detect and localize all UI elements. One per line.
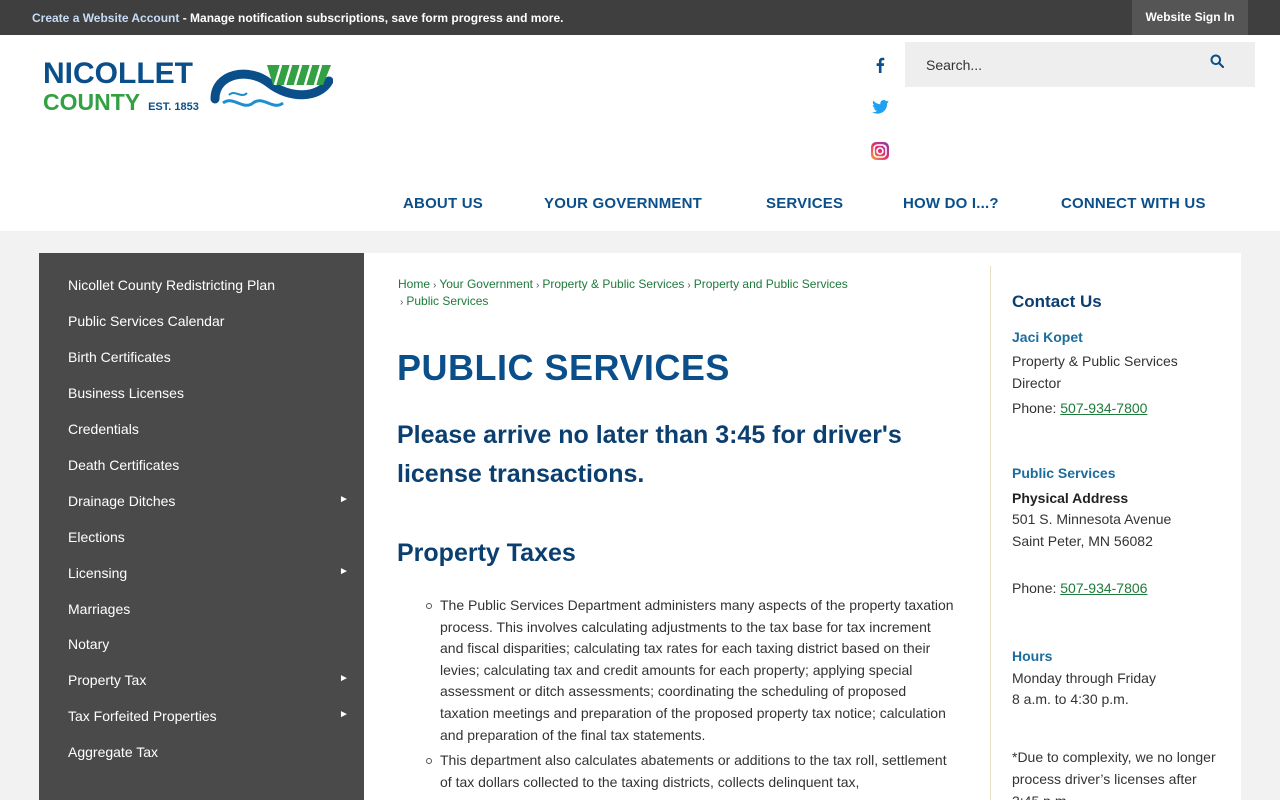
- sidebar-item[interactable]: Property Tax ►: [68, 672, 358, 692]
- search-icon: [1210, 54, 1225, 69]
- main-content: Home › Your Government › Property & Public S…: [364, 253, 1241, 800]
- sidebar-item[interactable]: Birth Certificates: [68, 349, 358, 369]
- nav-services[interactable]: SERVICES: [766, 195, 843, 217]
- nav-your-government[interactable]: YOUR GOVERNMENT: [544, 195, 702, 217]
- hours-note: *Due to complexity, we no longer process…: [1012, 749, 1216, 800]
- search-input[interactable]: [905, 42, 1205, 87]
- list-item: This department also calculates abatemen…: [424, 750, 954, 793]
- address-line2: Saint Peter, MN 56082: [1012, 533, 1153, 549]
- sidebar-item[interactable]: Death Certificates: [68, 457, 358, 477]
- sidebar-item[interactable]: Nicollet County Redistricting Plan: [68, 277, 358, 297]
- contact-person-name: Jaci Kopet: [1012, 329, 1083, 345]
- top-utility-bar: Create a Website Account - Manage notifi…: [0, 0, 1280, 35]
- create-account-link[interactable]: Create a Website Account: [32, 11, 179, 25]
- website-sign-in-button[interactable]: Website Sign In: [1132, 0, 1248, 35]
- hours-heading: Hours: [1012, 648, 1053, 664]
- logo-est: EST. 1853: [148, 101, 199, 113]
- search-button[interactable]: [1210, 54, 1232, 76]
- account-message: Create a Website Account - Manage notifi…: [32, 11, 563, 25]
- instagram-link[interactable]: [866, 137, 894, 165]
- hours-time: 8 a.m. to 4:30 p.m.: [1012, 691, 1129, 707]
- sidebar-item[interactable]: Aggregate Tax: [68, 744, 358, 764]
- nav-about-us[interactable]: ABOUT US: [403, 195, 483, 217]
- sidebar-item[interactable]: Licensing ►: [68, 565, 358, 585]
- submenu-arrow-icon[interactable]: ►: [339, 709, 349, 720]
- breadcrumb-public-services[interactable]: Public Services: [406, 294, 488, 308]
- site-search: [905, 42, 1255, 87]
- sidebar-item[interactable]: Public Services Calendar: [68, 313, 358, 333]
- sidebar-item[interactable]: Drainage Ditches ►: [68, 493, 358, 513]
- submenu-arrow-icon[interactable]: ►: [339, 494, 349, 505]
- nav-connect-with-us[interactable]: CONNECT WITH US: [1061, 195, 1206, 217]
- sidebar-item[interactable]: Credentials: [68, 421, 358, 441]
- page-title: PUBLIC SERVICES: [397, 347, 730, 388]
- county-logo[interactable]: NICOLLET COUNTY EST. 1853: [43, 57, 343, 117]
- logo-line2: COUNTY EST. 1853: [43, 89, 199, 115]
- sidebar-item[interactable]: Business Licenses: [68, 385, 358, 405]
- hours-days: Monday through Friday: [1012, 670, 1156, 686]
- person-phone-link[interactable]: 507-934-7800: [1060, 400, 1147, 416]
- contact-heading: Contact Us: [1012, 292, 1102, 311]
- breadcrumb: Home › Your Government › Property & Public S…: [398, 277, 848, 308]
- drivers-license-notice: Please arrive no later than 3:45 for dri…: [397, 421, 902, 488]
- logo-line1: NICOLLET: [43, 57, 193, 90]
- dept-phone-line: Phone: 507-934-7806: [1012, 580, 1148, 596]
- address-label: Physical Address: [1012, 490, 1129, 506]
- submenu-arrow-icon[interactable]: ►: [339, 566, 349, 577]
- sidebar-item[interactable]: Elections: [68, 529, 358, 549]
- submenu-arrow-icon[interactable]: ►: [339, 673, 349, 684]
- left-sidebar-menu: Nicollet County Redistricting Plan Publi…: [39, 253, 364, 800]
- breadcrumb-your-government[interactable]: Your Government: [439, 277, 533, 291]
- dept-name: Public Services: [1012, 465, 1116, 481]
- nav-how-do-i[interactable]: HOW DO I...?: [903, 195, 999, 217]
- contact-person-phone-line: Phone: 507-934-7800: [1012, 400, 1148, 416]
- site-header: NICOLLET COUNTY EST. 1853 Search... ABOU…: [0, 35, 1280, 231]
- facebook-icon: [876, 57, 885, 73]
- column-divider: [990, 266, 991, 800]
- list-item: The Public Services Department administe…: [424, 595, 954, 746]
- twitter-link[interactable]: [866, 93, 894, 121]
- instagram-icon: [871, 142, 889, 160]
- sidebar-item[interactable]: Notary: [68, 636, 358, 656]
- dept-phone-link[interactable]: 507-934-7806: [1060, 580, 1147, 596]
- sidebar-item[interactable]: Marriages: [68, 601, 358, 621]
- breadcrumb-home[interactable]: Home: [398, 277, 430, 291]
- breadcrumb-property-and-public-services[interactable]: Property and Public Services: [694, 277, 848, 291]
- section-heading-property-taxes: Property Taxes: [397, 539, 576, 567]
- county-emblem-icon: [210, 64, 333, 107]
- sidebar-item[interactable]: Tax Forfeited Properties ►: [68, 708, 358, 728]
- breadcrumb-property-public-services[interactable]: Property & Public Services: [542, 277, 684, 291]
- account-message-text: - Manage notification subscriptions, sav…: [179, 11, 564, 25]
- facebook-link[interactable]: [866, 51, 894, 79]
- contact-person-title: Property & Public Services Director: [1012, 353, 1178, 391]
- twitter-icon: [871, 100, 889, 114]
- address-line1: 501 S. Minnesota Avenue: [1012, 511, 1172, 527]
- property-tax-list: The Public Services Department administe…: [424, 595, 954, 797]
